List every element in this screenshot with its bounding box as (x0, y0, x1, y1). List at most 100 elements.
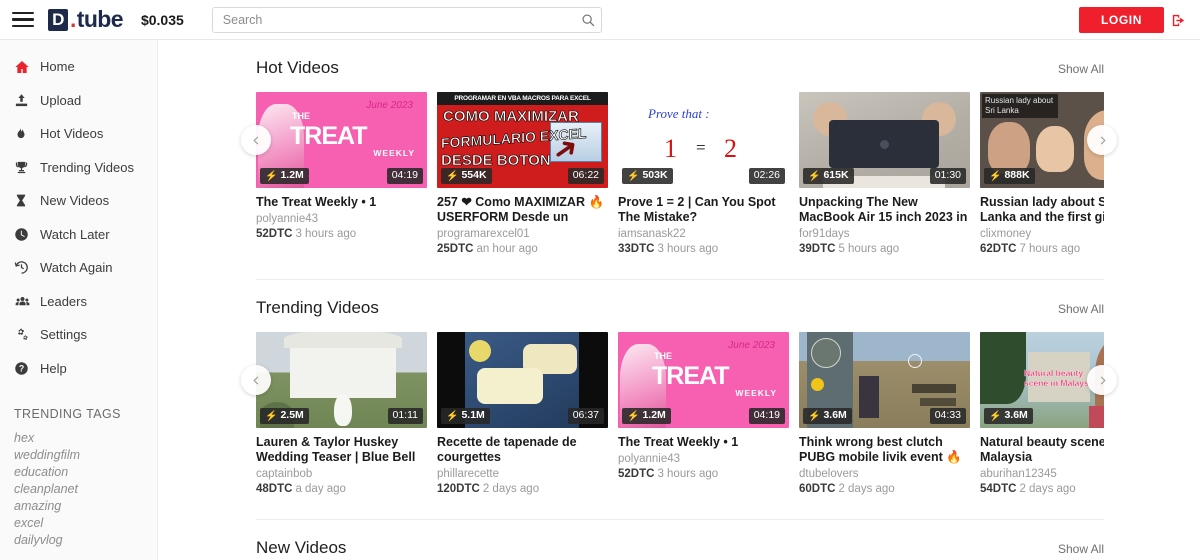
video-thumbnail[interactable]: PROGRAMAR EN VBA MACROS PARA EXCEL COMO … (437, 92, 608, 188)
sidebar-item-trending-videos[interactable]: Trending Videos (0, 151, 157, 185)
video-thumbnail[interactable]: Russian lady about Sri Lanka Get the ⚡ 8… (980, 92, 1104, 188)
carousel-prev-button[interactable] (241, 125, 271, 155)
video-age: 3 hours ago (657, 468, 718, 480)
video-card[interactable]: Natural beauty scene in Malaysia ⚡ 3.6M … (980, 332, 1104, 495)
video-thumbnail[interactable]: Natural beauty scene in Malaysia ⚡ 3.6M … (980, 332, 1104, 428)
video-age: 3 hours ago (295, 228, 356, 240)
video-author[interactable]: phillarecette (437, 468, 608, 480)
section-hot-videos: Hot Videos Show All THE TREAT WEEKLY J (158, 40, 1200, 255)
video-author[interactable]: programarexcel01 (437, 228, 608, 240)
video-author[interactable]: dtubelovers (799, 468, 970, 480)
login-button[interactable]: LOGIN (1079, 7, 1164, 33)
thumb-art-figure (980, 332, 1026, 404)
view-count-badge: ⚡ 554K (441, 168, 492, 184)
video-author[interactable]: iamsanask22 (618, 228, 789, 240)
video-card[interactable]: PROGRAMAR EN VBA MACROS PARA EXCEL COMO … (437, 92, 608, 255)
video-thumbnail[interactable]: THE TREAT WEEKLY June 2023 ⚡ 1.2M 04:19 (256, 92, 427, 188)
show-all-link[interactable]: Show All (1058, 62, 1104, 76)
sidebar-item-watch-later[interactable]: Watch Later (0, 218, 157, 252)
trending-tag[interactable]: education (0, 463, 157, 480)
thumb-art-figure (829, 120, 939, 168)
trending-tag[interactable]: dailyvlog (0, 531, 157, 548)
thumb-art-text: = (696, 138, 706, 158)
video-card[interactable]: ⚡ 3.6M 04:33 Think wrong best clutch PUB… (799, 332, 970, 495)
sidebar-item-new-videos[interactable]: New Videos (0, 184, 157, 218)
lightning-icon: ⚡ (808, 171, 820, 182)
sidebar-item-leaders[interactable]: Leaders (0, 285, 157, 319)
show-all-link[interactable]: Show All (1058, 542, 1104, 556)
video-title[interactable]: The Treat Weekly • 1 (618, 435, 789, 450)
video-dtc: 62DTC (980, 243, 1016, 255)
view-count-badge: ⚡ 3.6M (984, 408, 1033, 424)
video-card[interactable]: Prove that : 1 = 2 ⚡ 503K 02:26 Prove 1 … (618, 92, 789, 255)
view-count: 1.2M (280, 170, 303, 182)
video-card[interactable]: ⚡ 2.5M 01:11 Lauren & Taylor Huskey Wedd… (256, 332, 427, 495)
login-arrow-icon[interactable] (1164, 7, 1192, 33)
sidebar-item-upload[interactable]: Upload (0, 84, 157, 118)
video-card[interactable]: ⚡ 615K 01:30 Unpacking The New MacBook A… (799, 92, 970, 255)
thumb-art-figure (1036, 126, 1074, 172)
video-author[interactable]: for91days (799, 228, 970, 240)
view-count-badge: ⚡ 503K (622, 168, 673, 184)
video-title[interactable]: 257 ❤ Como MAXIMIZAR 🔥 USERFORM Desde un… (437, 195, 608, 225)
trending-tag[interactable]: excel (0, 514, 157, 531)
search-input[interactable] (213, 8, 575, 32)
sidebar-item-hot-videos[interactable]: Hot Videos (0, 117, 157, 151)
section-header: Hot Videos Show All (158, 40, 1200, 92)
sidebar-item-help[interactable]: ? Help (0, 352, 157, 386)
sidebar-item-settings[interactable]: Settings (0, 318, 157, 352)
show-all-link[interactable]: Show All (1058, 302, 1104, 316)
view-count-badge: ⚡ 3.6M (803, 408, 852, 424)
video-thumbnail[interactable]: Prove that : 1 = 2 ⚡ 503K 02:26 (618, 92, 789, 188)
home-icon (14, 59, 40, 75)
video-thumbnail[interactable]: ⚡ 5.1M 06:37 (437, 332, 608, 428)
carousel-next-button[interactable] (1087, 125, 1117, 155)
video-stats: 39DTC5 hours ago (799, 243, 970, 255)
trending-tag[interactable]: cleanplanet (0, 480, 157, 497)
video-card[interactable]: THE TREAT WEEKLY June 2023 ⚡ 1.2M 04:19 … (256, 92, 427, 255)
thumb-art-text: June 2023 (728, 340, 775, 351)
video-title[interactable]: The Treat Weekly • 1 (256, 195, 427, 210)
trending-tag[interactable]: weddingfilm (0, 446, 157, 463)
video-title[interactable]: Think wrong best clutch PUBG mobile livi… (799, 435, 970, 465)
video-author[interactable]: captainbob (256, 468, 427, 480)
video-title[interactable]: Prove 1 = 2 | Can You Spot The Mistake? … (618, 195, 789, 225)
search-box[interactable] (212, 7, 602, 33)
thumb-art-figure (1089, 406, 1104, 428)
video-author[interactable]: clixmoney (980, 228, 1104, 240)
view-count: 503K (642, 170, 667, 182)
video-thumbnail[interactable]: THE TREAT WEEKLY June 2023 ⚡ 1.2M 04:19 (618, 332, 789, 428)
video-card[interactable]: ⚡ 5.1M 06:37 Recette de tapenade de cour… (437, 332, 608, 495)
carousel-prev-button[interactable] (241, 365, 271, 395)
video-title[interactable]: Russian lady about Sri Lanka and the fir… (980, 195, 1104, 225)
video-author[interactable]: aburihan12345 (980, 468, 1104, 480)
sidebar-item-home[interactable]: Home (0, 50, 157, 84)
video-title[interactable]: Natural beauty scene in Malaysia (980, 435, 1104, 465)
hamburger-menu-icon[interactable] (12, 12, 34, 28)
video-card[interactable]: THE TREAT WEEKLY June 2023 ⚡ 1.2M 04:19 … (618, 332, 789, 495)
section-title: New Videos (256, 538, 346, 558)
video-thumbnail[interactable]: ⚡ 2.5M 01:11 (256, 332, 427, 428)
video-card[interactable]: Russian lady about Sri Lanka Get the ⚡ 8… (980, 92, 1104, 255)
thumb-art-figure (334, 394, 352, 426)
video-title[interactable]: Lauren & Taylor Huskey Wedding Teaser | … (256, 435, 427, 465)
thumb-art-text: 1 (664, 134, 677, 164)
history-icon (14, 260, 40, 275)
video-author[interactable]: polyannie43 (256, 213, 427, 225)
trending-tag[interactable]: hex (0, 429, 157, 446)
video-thumbnail[interactable]: ⚡ 3.6M 04:33 (799, 332, 970, 428)
logo-d-mark: D (48, 9, 68, 31)
video-thumbnail[interactable]: ⚡ 615K 01:30 (799, 92, 970, 188)
duration-badge: 04:19 (749, 408, 785, 424)
dtube-logo[interactable]: D.tube (48, 6, 123, 33)
video-title[interactable]: Unpacking The New MacBook Air 15 inch 20… (799, 195, 970, 225)
search-icon[interactable] (575, 13, 601, 27)
section-trending-videos: Trending Videos Show All ⚡ (158, 280, 1200, 495)
thumb-art-figure (811, 338, 841, 368)
video-author[interactable]: polyannie43 (618, 453, 789, 465)
carousel-next-button[interactable] (1087, 365, 1117, 395)
video-title[interactable]: Recette de tapenade de courgettes (437, 435, 608, 465)
sidebar-item-watch-again[interactable]: Watch Again (0, 251, 157, 285)
sidebar-label: New Videos (40, 193, 109, 208)
trending-tag[interactable]: amazing (0, 497, 157, 514)
